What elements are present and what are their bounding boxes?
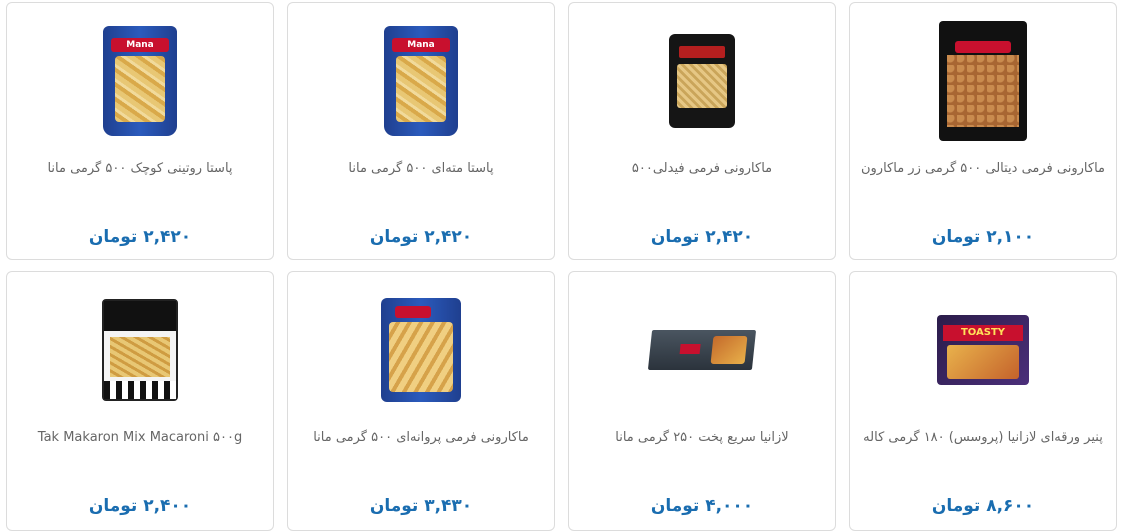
pasta-bag-image: Mana xyxy=(384,26,458,136)
product-price: ۲,۴۰۰ تومان xyxy=(88,496,192,516)
product-price: ۳,۴۳۰ تومان xyxy=(369,496,473,516)
product-image[interactable]: TOASTY xyxy=(850,286,1116,414)
product-card[interactable]: Tak Makaron Mix Macaroni ۵۰۰g ۲,۴۰۰ توما… xyxy=(6,271,274,531)
product-image[interactable] xyxy=(288,286,554,414)
product-title[interactable]: پاستا روتینی کوچک ۵۰۰ گرمی مانا xyxy=(15,159,265,179)
product-price: ۸,۶۰۰ تومان xyxy=(931,496,1035,516)
product-price: ۲,۱۰۰ تومان xyxy=(931,227,1035,247)
product-card[interactable]: ماکارونی فرمی فیدلی۵۰۰ ۲,۴۲۰ تومان xyxy=(568,2,836,260)
product-card[interactable]: ماکارونی فرمی پروانه‌ای ۵۰۰ گرمی مانا ۳,… xyxy=(287,271,555,531)
product-price: ۲,۴۲۰ تومان xyxy=(88,227,192,247)
pasta-bag-image xyxy=(669,34,735,128)
product-image[interactable] xyxy=(850,17,1116,145)
product-grid: ماکارونی فرمی دیتالی ۵۰۰ گرمی زر ماکارون… xyxy=(0,0,1125,531)
product-title[interactable]: ماکارونی فرمی دیتالی ۵۰۰ گرمی زر ماکارون xyxy=(858,159,1108,179)
product-image[interactable] xyxy=(569,286,835,414)
product-title[interactable]: لازانیا سریع پخت ۲۵۰ گرمی مانا xyxy=(577,428,827,448)
product-image[interactable]: Mana xyxy=(7,17,273,145)
product-title[interactable]: پاستا مته‌ای ۵۰۰ گرمی مانا xyxy=(296,159,546,179)
product-card[interactable]: TOASTY پنیر ورقه‌ای لازانیا (پروسس) ۱۸۰ … xyxy=(849,271,1117,531)
product-card[interactable]: Mana پاستا روتینی کوچک ۵۰۰ گرمی مانا ۲,۴… xyxy=(6,2,274,260)
product-title[interactable]: ماکارونی فرمی فیدلی۵۰۰ xyxy=(577,159,827,179)
product-price: ۲,۴۲۰ تومان xyxy=(369,227,473,247)
cheese-box-image: TOASTY xyxy=(937,315,1029,385)
product-image[interactable] xyxy=(569,17,835,145)
lasagna-box-image xyxy=(647,330,757,370)
pasta-bag-image xyxy=(102,299,178,401)
pasta-bag-image: Mana xyxy=(103,26,177,136)
product-card[interactable]: Mana پاستا مته‌ای ۵۰۰ گرمی مانا ۲,۴۲۰ تو… xyxy=(287,2,555,260)
product-card[interactable]: لازانیا سریع پخت ۲۵۰ گرمی مانا ۴,۰۰۰ توم… xyxy=(568,271,836,531)
pasta-bag-image xyxy=(381,298,461,402)
product-image[interactable] xyxy=(7,286,273,414)
pasta-bag-image xyxy=(939,21,1027,141)
product-image[interactable]: Mana xyxy=(288,17,554,145)
product-title[interactable]: پنیر ورقه‌ای لازانیا (پروسس) ۱۸۰ گرمی کا… xyxy=(858,428,1108,448)
product-title[interactable]: Tak Makaron Mix Macaroni ۵۰۰g xyxy=(15,428,265,448)
product-price: ۲,۴۲۰ تومان xyxy=(650,227,754,247)
product-card[interactable]: ماکارونی فرمی دیتالی ۵۰۰ گرمی زر ماکارون… xyxy=(849,2,1117,260)
product-price: ۴,۰۰۰ تومان xyxy=(650,496,754,516)
product-title[interactable]: ماکارونی فرمی پروانه‌ای ۵۰۰ گرمی مانا xyxy=(296,428,546,448)
